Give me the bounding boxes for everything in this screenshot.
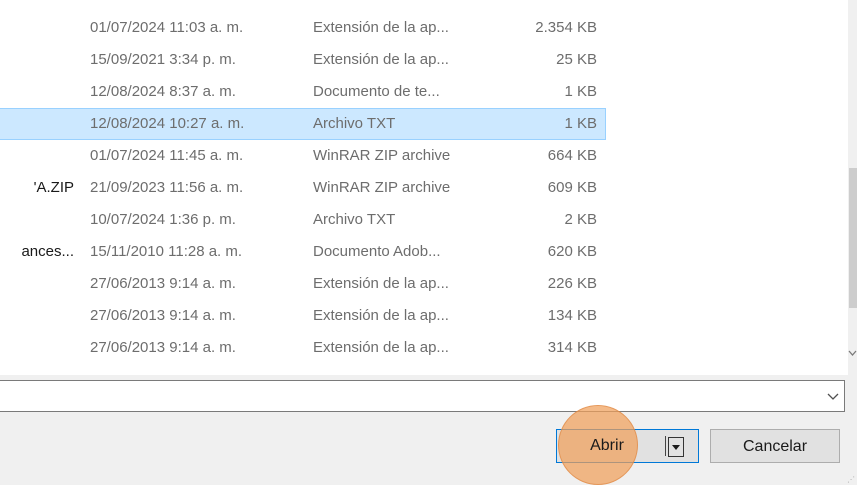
file-size: 314 KB [547,339,597,356]
file-type: WinRAR ZIP archive [313,179,451,196]
split-divider [665,436,666,456]
file-size: 1 KB [564,83,597,100]
file-row[interactable]: 27/06/2013 9:14 a. m. Extensión de la ap… [0,332,605,364]
file-name: 'A.ZIP [33,179,74,196]
file-type: Documento Adob... [313,243,441,260]
open-button[interactable]: Abrir [557,430,657,462]
file-name: ances... [21,243,74,260]
file-row[interactable]: ances... 15/11/2010 11:28 a. m. Document… [0,236,605,268]
cancel-button[interactable]: Cancelar [710,429,840,463]
file-list[interactable]: 01/07/2024 11:03 a. m. Extensión de la a… [0,0,848,375]
file-name [4,140,74,172]
file-date: 12/08/2024 8:37 a. m. [90,83,236,100]
file-size: 226 KB [547,275,597,292]
file-date: 01/07/2024 11:03 a. m. [90,19,244,36]
file-open-dialog: 01/07/2024 11:03 a. m. Extensión de la a… [0,0,857,485]
file-name [4,44,74,76]
file-date: 15/09/2021 3:34 p. m. [90,51,236,68]
file-row-selected[interactable]: 12/08/2024 10:27 a. m. Archivo TXT 1 KB [0,108,606,140]
scroll-down-arrow-icon[interactable] [848,343,857,363]
file-name [4,76,74,108]
file-size: 1 KB [564,115,597,132]
file-type: Archivo TXT [313,211,396,228]
chevron-down-icon[interactable] [826,386,840,406]
file-type: Extensión de la ap... [313,51,449,68]
file-date: 01/07/2024 11:45 a. m. [90,147,244,164]
file-name [4,12,74,44]
resize-grip-icon[interactable]: ⋰ [847,475,855,484]
file-size: 664 KB [547,147,597,164]
file-size: 609 KB [547,179,597,196]
open-split-button[interactable]: Abrir [556,429,699,463]
file-date: 15/11/2010 11:28 a. m. [90,243,243,260]
file-date: 10/07/2024 1:36 p. m. [90,211,236,228]
file-row[interactable]: 27/06/2013 9:14 a. m. Extensión de la ap… [0,268,605,300]
file-row[interactable]: 01/07/2024 11:03 a. m. Extensión de la a… [0,12,605,44]
file-size: 2.354 KB [535,19,597,36]
file-row[interactable]: 12/08/2024 8:37 a. m. Documento de te...… [0,76,605,108]
file-date: 27/06/2013 9:14 a. m. [90,307,236,324]
file-name [4,109,74,139]
file-date: 27/06/2013 9:14 a. m. [90,339,236,356]
file-type: Extensión de la ap... [313,307,449,324]
file-name [4,300,74,332]
file-type: WinRAR ZIP archive [313,147,451,164]
file-date: 21/09/2023 11:56 a. m. [90,179,244,196]
file-name [4,204,74,236]
file-date: 12/08/2024 10:27 a. m. [90,115,245,132]
dialog-footer: Abrir Cancelar ⋰ [0,375,857,485]
vertical-scrollbar[interactable] [848,0,857,375]
file-name [4,332,74,364]
file-row[interactable]: 10/07/2024 1:36 p. m. Archivo TXT 2 KB [0,204,605,236]
file-date: 27/06/2013 9:14 a. m. [90,275,236,292]
open-options-dropdown-icon[interactable] [668,436,686,457]
file-type: Extensión de la ap... [313,19,449,36]
file-size: 2 KB [564,211,597,228]
file-row[interactable]: 'A.ZIP 21/09/2023 11:56 a. m. WinRAR ZIP… [0,172,605,204]
file-type: Extensión de la ap... [313,339,449,356]
file-size: 134 KB [547,307,597,324]
scrollbar-thumb[interactable] [849,168,857,308]
file-type: Documento de te... [313,83,440,100]
file-row[interactable]: 01/07/2024 11:45 a. m. WinRAR ZIP archiv… [0,140,605,172]
file-size: 620 KB [547,243,597,260]
file-size: 25 KB [556,51,597,68]
file-type: Extensión de la ap... [313,275,449,292]
filename-combobox[interactable] [0,380,845,412]
file-row[interactable]: 27/06/2013 9:14 a. m. Extensión de la ap… [0,300,605,332]
file-name [4,268,74,300]
file-type: Archivo TXT [313,115,396,132]
file-row[interactable]: 15/09/2021 3:34 p. m. Extensión de la ap… [0,44,605,76]
